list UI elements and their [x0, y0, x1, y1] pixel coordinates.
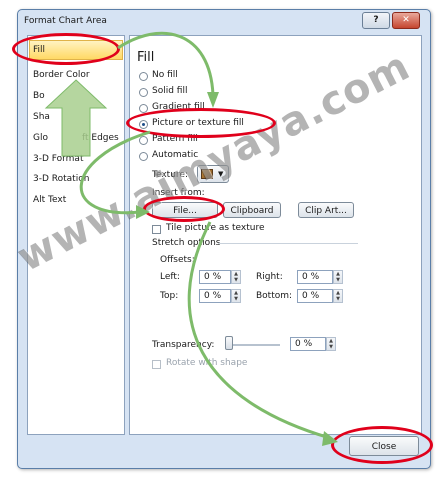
annotation-arrows — [79, 31, 338, 446]
arrow-head-2-icon — [136, 205, 150, 219]
arrow-head-3-icon — [322, 431, 338, 446]
arrow-head-1-icon — [207, 92, 219, 108]
arrow-path-2 — [79, 130, 151, 215]
arrow-path-1 — [117, 31, 215, 96]
arrow-path-3 — [187, 221, 331, 440]
